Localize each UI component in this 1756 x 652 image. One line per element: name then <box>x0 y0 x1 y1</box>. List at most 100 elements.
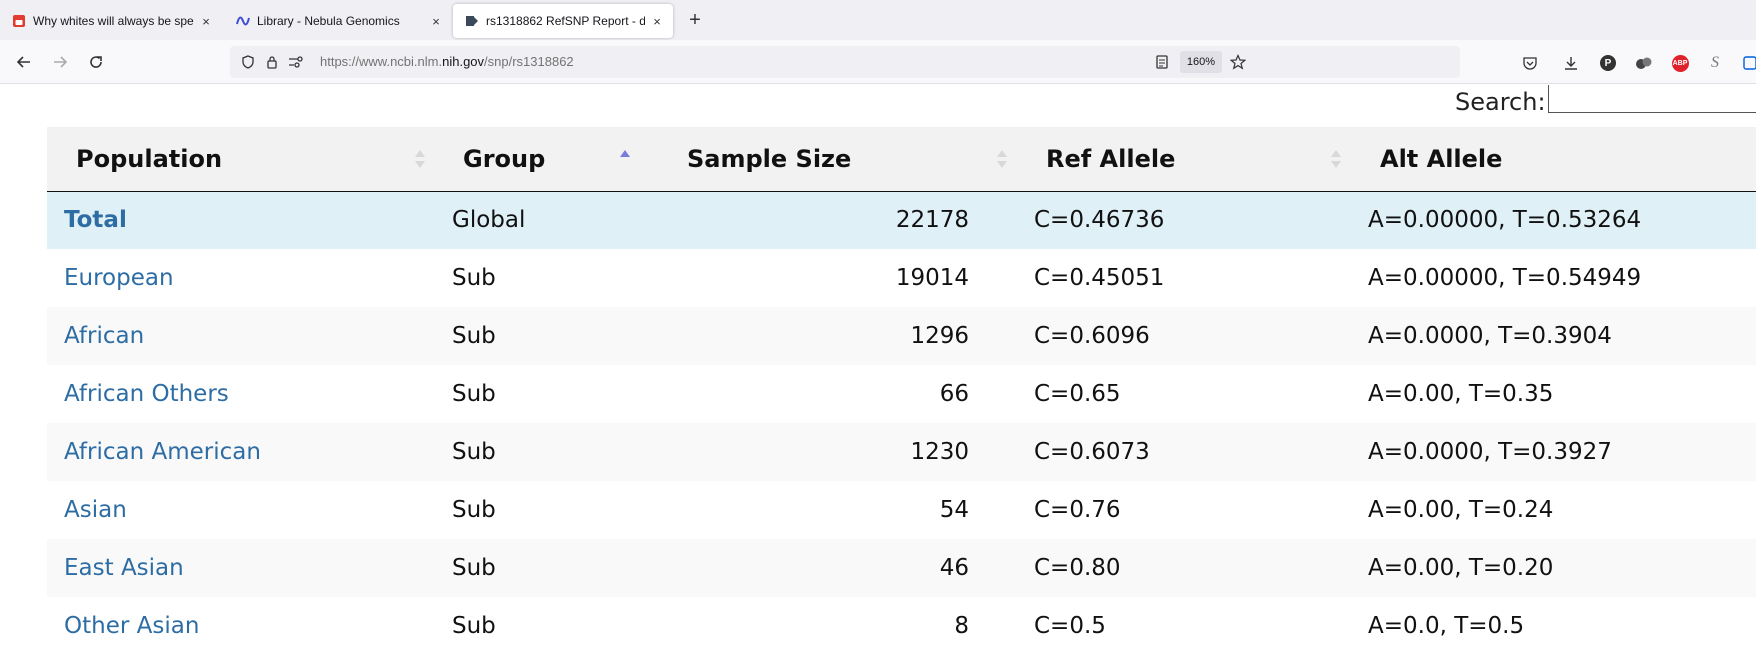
permissions-icon[interactable] <box>288 54 304 70</box>
new-tab-button[interactable]: + <box>684 10 706 32</box>
sample-size-cell: 1296 <box>667 307 1019 365</box>
column-header-label: Group <box>463 144 546 173</box>
downloads-icon[interactable] <box>1561 53 1581 73</box>
population-cell: East Asian <box>47 539 437 597</box>
p-extension-icon[interactable]: P <box>1598 53 1618 73</box>
population-link[interactable]: African <box>64 323 144 349</box>
population-link[interactable]: African American <box>64 439 261 465</box>
alt-allele-cell: A=0.0, T=0.5 <box>1353 597 1756 652</box>
extensions-icon[interactable] <box>1634 53 1654 73</box>
tab-refsnp-report[interactable]: rs1318862 RefSNP Report - dbSNP × <box>453 4 673 38</box>
group-cell: Sub <box>437 539 667 597</box>
alt-allele-cell: A=0.00000, T=0.54949 <box>1353 249 1756 307</box>
alt-allele-cell: A=0.00000, T=0.53264 <box>1353 191 1756 249</box>
s-extension-icon[interactable]: S <box>1705 53 1725 73</box>
column-header-label: Population <box>76 144 223 173</box>
sample-size-cell: 19014 <box>667 249 1019 307</box>
tracking-protection-shield-icon[interactable] <box>240 54 256 70</box>
close-tab-icon[interactable]: × <box>198 13 214 29</box>
alt-allele-cell: A=0.00, T=0.20 <box>1353 539 1756 597</box>
back-arrow-icon <box>16 56 30 68</box>
population-link[interactable]: Total <box>64 207 127 233</box>
table-row: African American Sub 1230 C=0.6073 A=0.0… <box>47 423 1756 481</box>
population-link[interactable]: African Others <box>64 381 229 407</box>
ref-allele-cell: C=0.5 <box>1019 597 1353 652</box>
tab-why-whites[interactable]: Why whites will always be speci × <box>0 4 222 38</box>
abp-icon[interactable]: ABP <box>1670 53 1690 73</box>
population-link[interactable]: East Asian <box>64 555 184 581</box>
population-link[interactable]: Asian <box>64 497 127 523</box>
ref-allele-cell: C=0.6096 <box>1019 307 1353 365</box>
sort-unsorted-icon <box>997 150 1007 168</box>
ref-allele-cell: C=0.45051 <box>1019 249 1353 307</box>
sort-unsorted-icon <box>1331 150 1341 168</box>
reload-button[interactable] <box>84 50 108 74</box>
ncbi-favicon-icon <box>466 16 478 26</box>
population-frequency-table: Population Group Sample Size Ref Allele … <box>47 127 1756 652</box>
page-content: Search: Population Group Sample Size Ref… <box>0 85 1756 652</box>
population-cell: Other Asian <box>47 597 437 652</box>
close-tab-icon[interactable]: × <box>428 13 444 29</box>
group-cell: Sub <box>437 423 667 481</box>
group-cell: Global <box>437 191 667 249</box>
tab-title: Library - Nebula Genomics <box>257 14 400 28</box>
population-link[interactable]: Other Asian <box>64 613 199 639</box>
bookmark-star-icon[interactable] <box>1230 54 1246 70</box>
table-row-total: Total Global 22178 C=0.46736 A=0.00000, … <box>47 191 1756 249</box>
population-cell: Asian <box>47 481 437 539</box>
tab-strip: Why whites will always be speci × Librar… <box>0 0 1756 40</box>
reader-view-icon[interactable] <box>1154 54 1170 70</box>
population-cell: Total <box>47 191 437 249</box>
column-header-label: Alt Allele <box>1380 144 1503 173</box>
column-header-population[interactable]: Population <box>47 127 437 192</box>
tab-title: Why whites will always be speci <box>33 14 194 28</box>
column-header-ref-allele[interactable]: Ref Allele <box>1019 127 1353 192</box>
tab-nebula-library[interactable]: Library - Nebula Genomics × <box>224 4 452 38</box>
table-row: East Asian Sub 46 C=0.80 A=0.00, T=0.20 <box>47 539 1756 597</box>
back-button[interactable] <box>12 50 36 74</box>
tab-title: rs1318862 RefSNP Report - dbSNP <box>486 14 645 28</box>
address-bar[interactable]: https://www.ncbi.nlm.nih.gov/snp/rs13188… <box>230 46 1460 78</box>
table-row: African Others Sub 66 C=0.65 A=0.00, T=0… <box>47 365 1756 423</box>
sample-size-cell: 66 <box>667 365 1019 423</box>
population-link[interactable]: European <box>64 265 174 291</box>
group-cell: Sub <box>437 365 667 423</box>
group-cell: Sub <box>437 597 667 652</box>
lock-icon[interactable] <box>264 54 280 70</box>
column-header-group[interactable]: Group <box>437 127 667 192</box>
close-tab-icon[interactable]: × <box>649 13 665 29</box>
column-header-label: Ref Allele <box>1046 144 1176 173</box>
sort-ascending-icon <box>620 150 630 157</box>
url-text[interactable]: https://www.ncbi.nlm.nih.gov/snp/rs13188… <box>320 54 574 69</box>
reddit-favicon-icon <box>13 15 25 27</box>
population-cell: African <box>47 307 437 365</box>
search-label: Search: <box>1455 88 1546 116</box>
forward-button[interactable] <box>48 50 72 74</box>
group-cell: Sub <box>437 307 667 365</box>
population-cell: African American <box>47 423 437 481</box>
sample-size-cell: 22178 <box>667 191 1019 249</box>
column-header-alt-allele[interactable]: Alt Allele <box>1353 127 1756 192</box>
pocket-icon[interactable] <box>1520 53 1540 73</box>
forward-arrow-icon <box>54 56 68 68</box>
column-header-sample-size[interactable]: Sample Size <box>667 127 1019 192</box>
search-input[interactable] <box>1548 85 1756 113</box>
table-row: African Sub 1296 C=0.6096 A=0.0000, T=0.… <box>47 307 1756 365</box>
sidebar-icon[interactable] <box>1740 53 1756 73</box>
navigation-bar: https://www.ncbi.nlm.nih.gov/snp/rs13188… <box>0 40 1756 84</box>
group-cell: Sub <box>437 481 667 539</box>
ref-allele-cell: C=0.76 <box>1019 481 1353 539</box>
zoom-level-button[interactable]: 160% <box>1180 51 1222 73</box>
table-row: Other Asian Sub 8 C=0.5 A=0.0, T=0.5 <box>47 597 1756 652</box>
table-row: European Sub 19014 C=0.45051 A=0.00000, … <box>47 249 1756 307</box>
ref-allele-cell: C=0.6073 <box>1019 423 1353 481</box>
table-header-row: Population Group Sample Size Ref Allele … <box>47 127 1756 192</box>
sample-size-cell: 8 <box>667 597 1019 652</box>
column-header-label: Sample Size <box>687 144 852 173</box>
nebula-favicon-icon <box>236 16 250 26</box>
population-cell: African Others <box>47 365 437 423</box>
url-path: /snp/rs1318862 <box>484 54 574 69</box>
ref-allele-cell: C=0.65 <box>1019 365 1353 423</box>
sort-unsorted-icon <box>415 150 425 168</box>
reload-icon <box>90 56 102 68</box>
